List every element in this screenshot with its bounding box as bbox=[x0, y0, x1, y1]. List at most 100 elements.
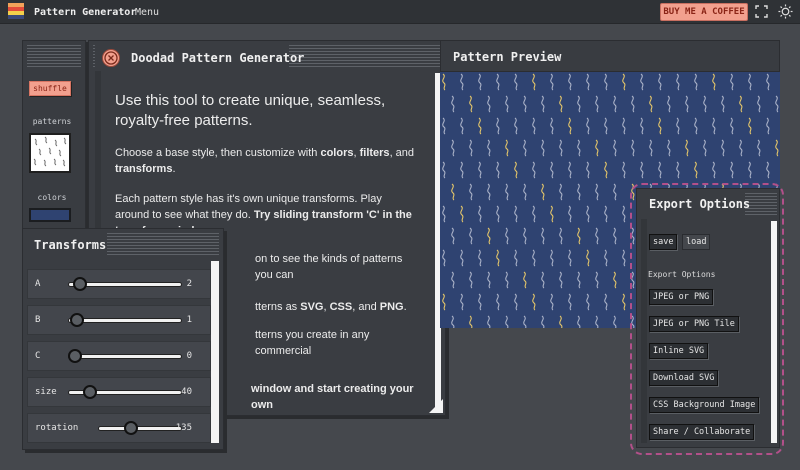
menu-button[interactable]: Menu bbox=[135, 7, 159, 18]
squiggle-149 bbox=[613, 227, 617, 245]
transform-slider-track[interactable] bbox=[98, 426, 182, 431]
squiggle-140 bbox=[451, 227, 455, 245]
export-share-collaborate-button[interactable]: Share / Collaborate bbox=[649, 424, 755, 440]
squiggle-76 bbox=[739, 139, 743, 157]
squiggle-47 bbox=[568, 117, 572, 135]
squiggle-205 bbox=[532, 293, 536, 311]
squiggle-54 bbox=[694, 117, 698, 135]
transform-slider-thumb[interactable] bbox=[68, 349, 82, 363]
shuffle-button[interactable]: shuffle bbox=[29, 81, 71, 96]
squiggle-31 bbox=[649, 95, 653, 113]
squiggle-187 bbox=[577, 271, 581, 289]
tool-sidebar-header[interactable] bbox=[27, 45, 81, 67]
squiggle-145 bbox=[541, 227, 545, 245]
squiggle-30 bbox=[631, 95, 635, 113]
transform-slider-thumb[interactable] bbox=[123, 421, 138, 435]
squiggle-128 bbox=[586, 205, 590, 223]
transform-row-a: A2 bbox=[27, 269, 211, 299]
squiggle-120 bbox=[442, 205, 446, 223]
squiggle-51 bbox=[640, 117, 644, 135]
transform-slider-track[interactable] bbox=[68, 354, 182, 359]
transform-slider-thumb[interactable] bbox=[70, 313, 84, 327]
squiggle-66 bbox=[559, 139, 563, 157]
transforms-scrollbar[interactable] bbox=[211, 261, 219, 443]
info-paragraph-1: Choose a base style, then customize with… bbox=[115, 147, 415, 175]
buy-me-a-coffee-button[interactable]: BUY ME A COFFEE bbox=[660, 3, 748, 21]
squiggle-167 bbox=[568, 249, 572, 267]
squiggle-17 bbox=[748, 73, 752, 91]
transform-slider-thumb[interactable] bbox=[73, 277, 87, 291]
squiggle-104 bbox=[523, 183, 527, 201]
fullscreen-icon[interactable] bbox=[755, 5, 768, 18]
squiggle-1 bbox=[460, 73, 464, 91]
export-inline-svg-button[interactable]: Inline SVG bbox=[649, 343, 709, 359]
squiggle-160 bbox=[442, 249, 446, 267]
preview-title: Pattern Preview bbox=[453, 50, 562, 64]
squiggle-40 bbox=[442, 117, 446, 135]
squiggle-26 bbox=[559, 95, 563, 113]
squiggle-8 bbox=[586, 73, 590, 91]
squiggle-32 bbox=[667, 95, 671, 113]
squiggle-62 bbox=[487, 139, 491, 157]
sun-icon[interactable] bbox=[778, 4, 793, 19]
squiggle-3 bbox=[496, 73, 500, 91]
load-button[interactable]: load bbox=[682, 234, 711, 250]
squiggle-48 bbox=[586, 117, 590, 135]
close-button[interactable] bbox=[102, 49, 120, 67]
squiggle-33 bbox=[685, 95, 689, 113]
transform-label: size bbox=[35, 387, 57, 397]
squiggle-127 bbox=[568, 205, 572, 223]
squiggle-4 bbox=[514, 73, 518, 91]
export-download-svg-button[interactable]: Download SVG bbox=[649, 370, 719, 386]
squiggle-70 bbox=[631, 139, 635, 157]
squiggle-182 bbox=[487, 271, 491, 289]
squiggle-84 bbox=[514, 161, 518, 179]
export-jpeg-or-png-button[interactable]: JPEG or PNG bbox=[649, 289, 714, 305]
squiggle-13 bbox=[676, 73, 680, 91]
close-icon bbox=[104, 51, 118, 65]
squiggle-227 bbox=[577, 315, 581, 328]
save-button[interactable]: save bbox=[649, 234, 678, 250]
squiggle-228 bbox=[595, 315, 599, 328]
squiggle-226 bbox=[559, 315, 563, 328]
squiggle-225 bbox=[541, 315, 545, 328]
squiggle-14 bbox=[694, 73, 698, 91]
squiggle-97 bbox=[748, 161, 752, 179]
squiggle-109 bbox=[613, 183, 617, 201]
transform-slider-thumb[interactable] bbox=[83, 385, 97, 399]
squiggle-208 bbox=[586, 293, 590, 311]
squiggle-185 bbox=[541, 271, 545, 289]
squiggle-5 bbox=[532, 73, 536, 91]
squiggle-169 bbox=[604, 249, 608, 267]
pattern-thumbnail[interactable] bbox=[29, 133, 71, 173]
squiggle-85 bbox=[532, 161, 536, 179]
export-scrollbar[interactable] bbox=[771, 221, 777, 443]
squiggle-201 bbox=[460, 293, 464, 311]
squiggle-57 bbox=[748, 117, 752, 135]
squiggle-29 bbox=[613, 95, 617, 113]
squiggle-222 bbox=[487, 315, 491, 328]
resize-corner-icon[interactable] bbox=[429, 399, 443, 413]
transform-row-rotation: rotation 135 bbox=[27, 413, 211, 443]
squiggle-50 bbox=[622, 117, 626, 135]
squiggle-81 bbox=[460, 161, 464, 179]
transform-label: A bbox=[35, 279, 41, 289]
squiggle-183 bbox=[505, 271, 509, 289]
squiggle-180 bbox=[451, 271, 455, 289]
squiggle-0 bbox=[442, 73, 446, 91]
squiggle-124 bbox=[514, 205, 518, 223]
color-swatch[interactable] bbox=[29, 208, 71, 222]
export-jpeg-or-png-tile-button[interactable]: JPEG or PNG Tile bbox=[649, 316, 739, 332]
squiggle-98 bbox=[766, 161, 770, 179]
transform-value: 0 bbox=[186, 351, 192, 361]
squiggle-25 bbox=[541, 95, 545, 113]
squiggle-189 bbox=[613, 271, 617, 289]
transform-value: 40 bbox=[181, 387, 192, 397]
transform-slider-track[interactable] bbox=[68, 318, 182, 323]
squiggle-16 bbox=[730, 73, 734, 91]
preview-titlebar[interactable]: Pattern Preview bbox=[440, 40, 780, 72]
transform-label: C bbox=[35, 351, 41, 361]
export-css-background-image-button[interactable]: CSS Background Image bbox=[649, 397, 760, 413]
pattern-thumbnail-image bbox=[33, 136, 67, 167]
squiggle-69 bbox=[613, 139, 617, 157]
